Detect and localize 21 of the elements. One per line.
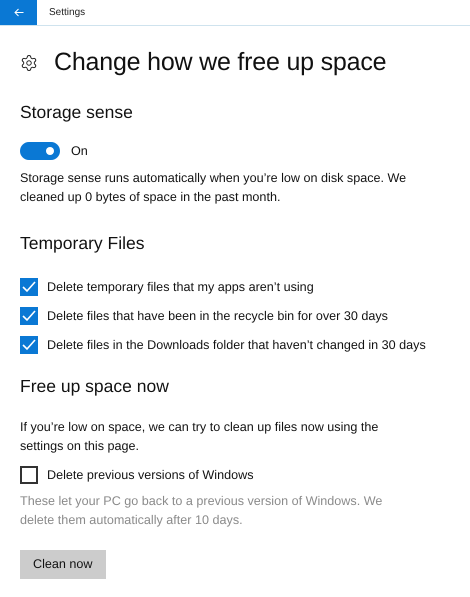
page-title: Change how we free up space xyxy=(54,48,386,77)
checkbox[interactable] xyxy=(20,336,38,354)
toggle-label: On xyxy=(71,143,88,160)
settings-icon xyxy=(20,54,38,72)
checkbox-label: Delete files that have been in the recycle bin for over 30 days xyxy=(47,308,388,325)
checkbox[interactable] xyxy=(20,278,38,296)
section-heading: Storage sense xyxy=(20,102,134,123)
description-text: If you’re low on space, we can try to clean up files now using the settings on this page. xyxy=(20,419,380,455)
window-title: Settings xyxy=(49,7,86,18)
checkbox[interactable] xyxy=(20,307,38,325)
checkbox[interactable] xyxy=(20,466,38,484)
checkbox-label: Delete temporary files that my apps aren’t using xyxy=(47,279,314,296)
note-text: These let your PC go back to a previous version of Windows. We delete them automatically after 10 days. xyxy=(20,493,384,529)
section-heading: Free up space now xyxy=(20,376,170,397)
description-text: Storage sense runs automatically when you’re low on disk space. We cleaned up 0 bytes of space in the past month. xyxy=(20,170,408,206)
checkbox-label: Delete previous versions of Windows xyxy=(47,467,254,484)
checkbox-label: Delete files in the Downloads folder that haven’t changed in 30 days xyxy=(47,337,426,354)
clean-now-button[interactable]: Clean now xyxy=(20,550,106,579)
back-arrow-icon xyxy=(14,8,24,17)
toggle-switch[interactable] xyxy=(20,142,60,160)
section-heading: Temporary Files xyxy=(20,233,146,254)
